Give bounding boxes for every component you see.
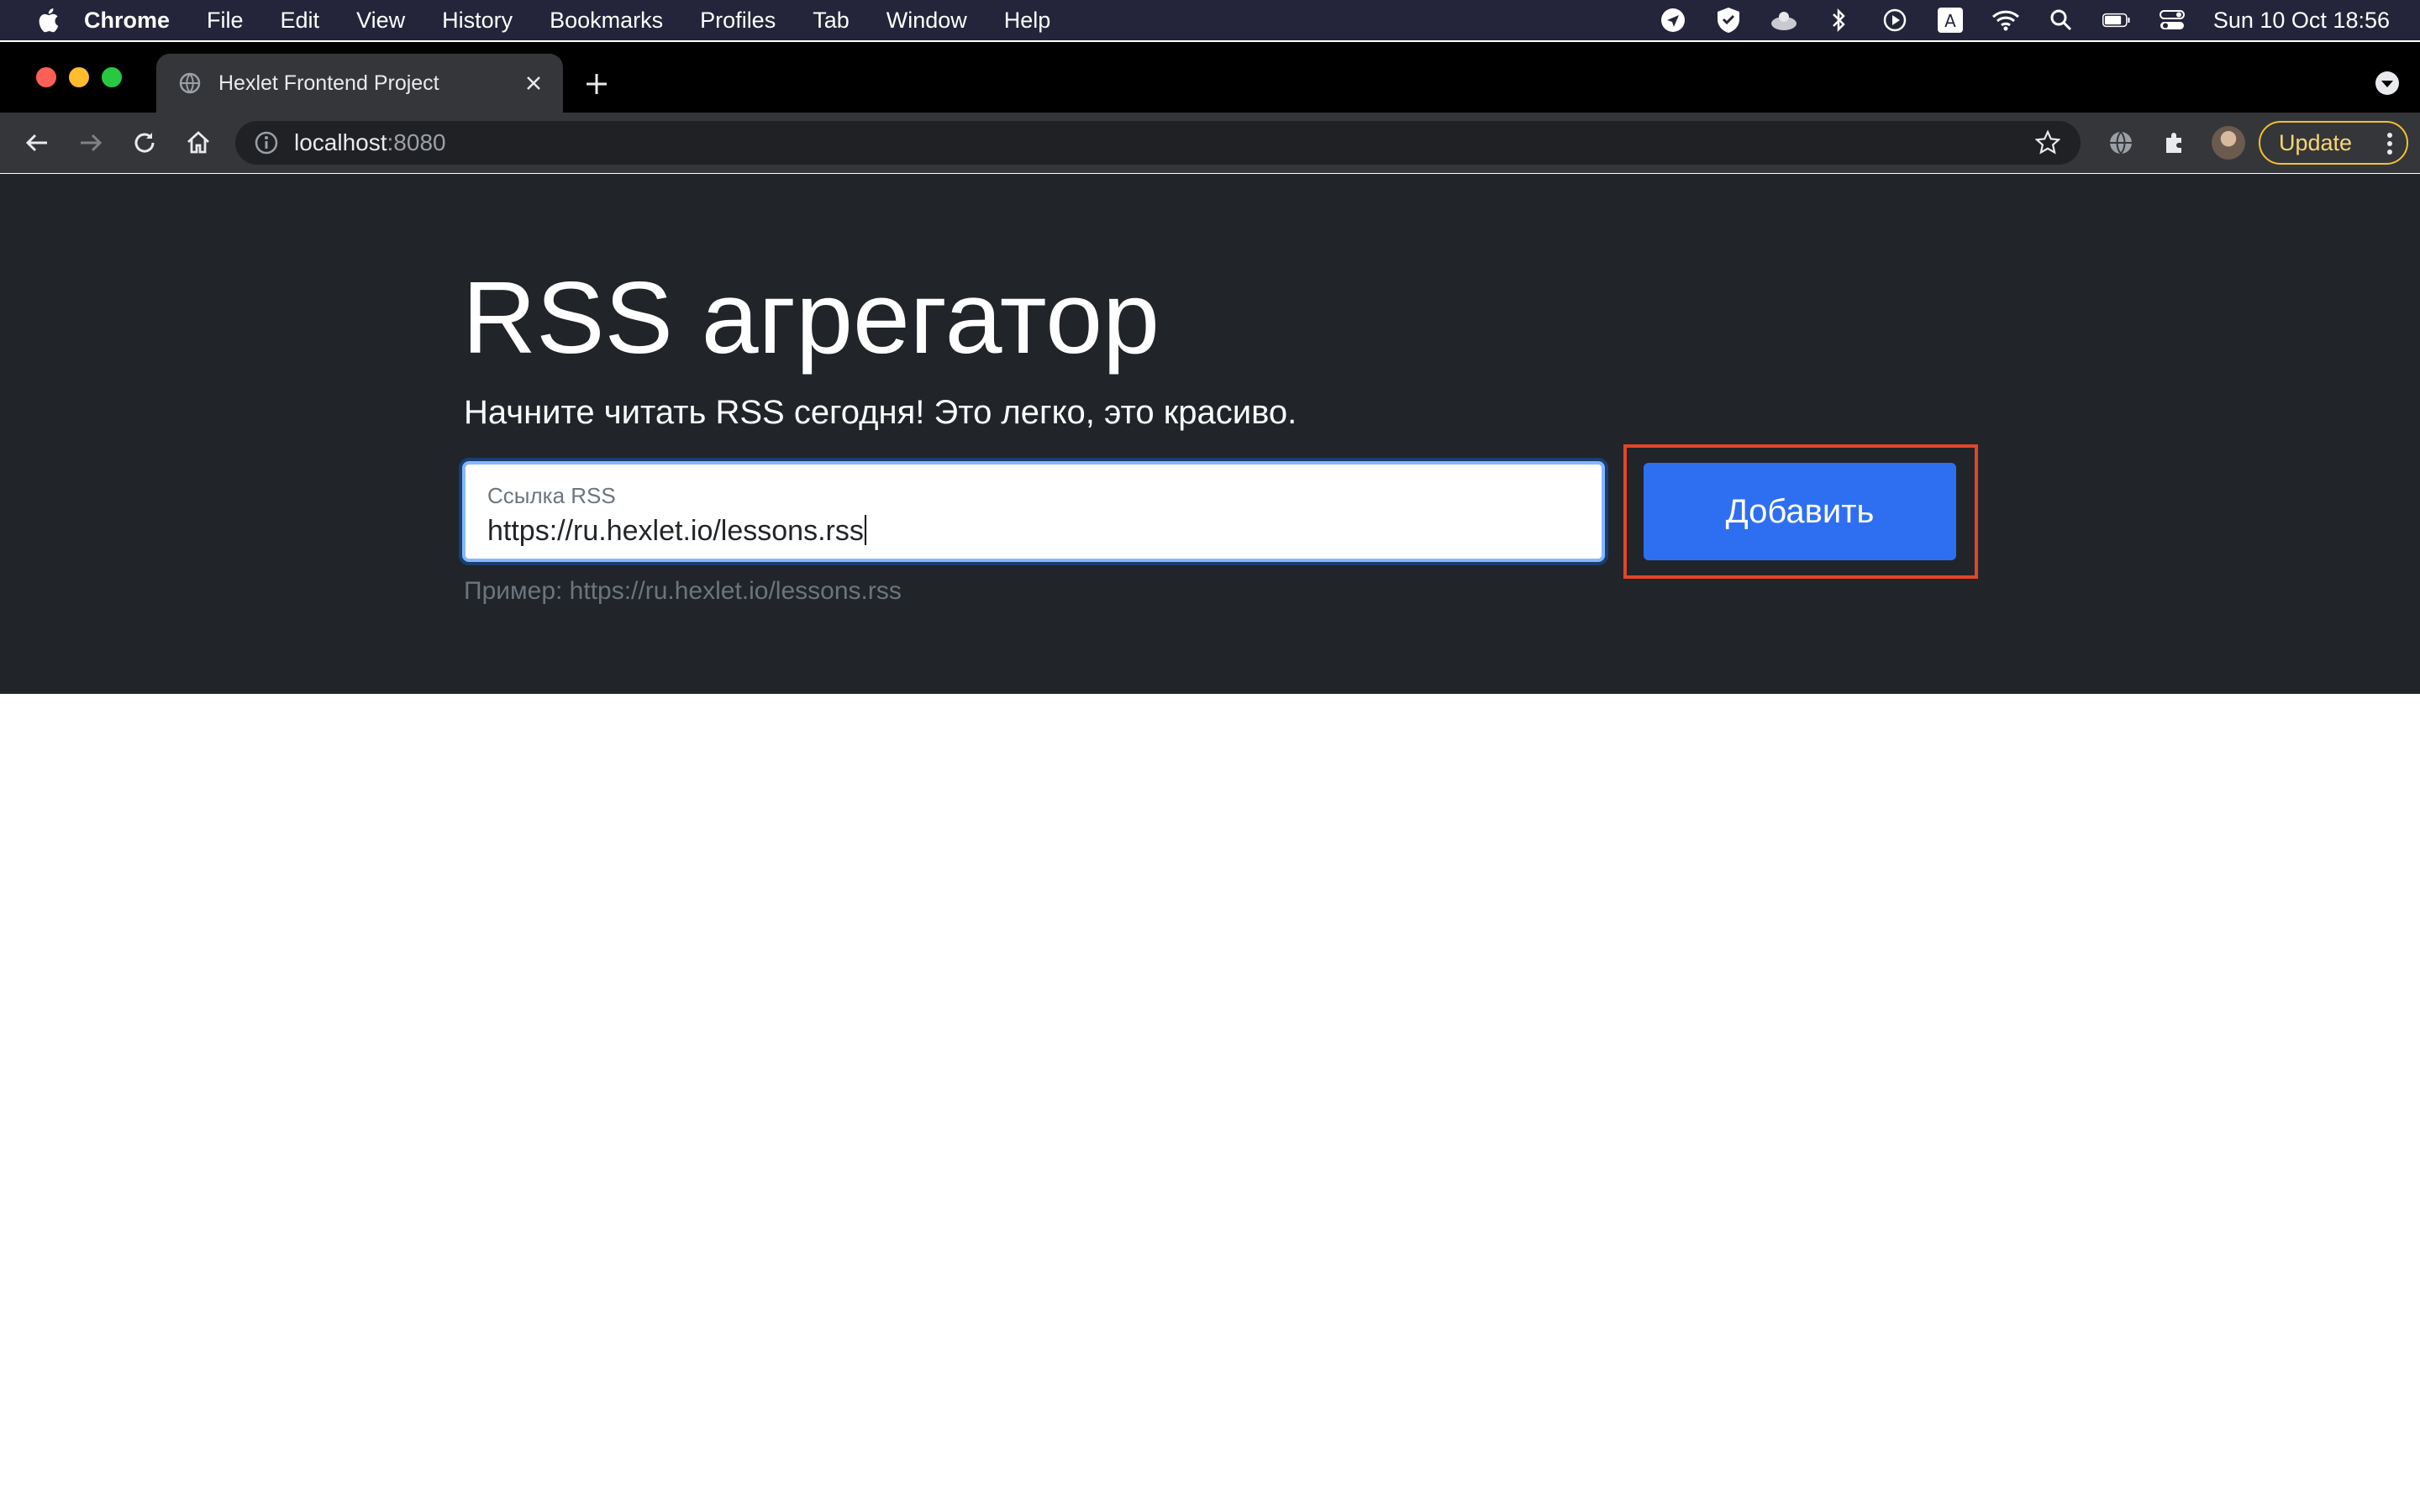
menu-help[interactable]: Help bbox=[1004, 8, 1051, 34]
status-area: A Sun 10 Oct 18:56 bbox=[1659, 0, 2420, 40]
browser-tab-active[interactable]: Hexlet Frontend Project bbox=[156, 54, 563, 113]
tab-close-icon[interactable] bbox=[521, 71, 546, 96]
browser-tab-strip: Hexlet Frontend Project bbox=[0, 42, 2420, 113]
menu-file[interactable]: File bbox=[207, 8, 244, 34]
control-center-icon[interactable] bbox=[2158, 6, 2186, 34]
browser-toolbar: localhost:8080 Update bbox=[0, 113, 2420, 173]
update-label: Update bbox=[2279, 129, 2353, 155]
page-lead: Начните читать RSS сегодня! Это легко, э… bbox=[464, 394, 1297, 431]
window-zoom-button[interactable] bbox=[102, 67, 122, 87]
add-feed-button[interactable]: Добавить bbox=[1644, 463, 1956, 560]
shield-icon[interactable] bbox=[1714, 6, 1743, 34]
page-viewport: RSS агрегатор Начните читать RSS сегодня… bbox=[0, 174, 2420, 1512]
hero-section: RSS агрегатор Начните читать RSS сегодня… bbox=[0, 174, 2420, 694]
text-caret bbox=[864, 515, 866, 545]
menu-profiles[interactable]: Profiles bbox=[700, 8, 776, 34]
spotlight-search-icon[interactable] bbox=[2047, 6, 2075, 34]
home-icon[interactable] bbox=[182, 126, 215, 160]
menu-window[interactable]: Window bbox=[886, 8, 967, 34]
menubar-clock[interactable]: Sun 10 Oct 18:56 bbox=[2213, 8, 2390, 34]
cloud-icon[interactable] bbox=[1770, 6, 1798, 34]
site-info-icon[interactable] bbox=[254, 130, 279, 155]
menu-app-chrome[interactable]: Chrome bbox=[84, 8, 170, 34]
back-arrow-icon[interactable] bbox=[20, 126, 54, 160]
battery-icon[interactable] bbox=[2102, 6, 2131, 34]
menu-history[interactable]: History bbox=[442, 8, 513, 34]
macos-menu-bar: Chrome File Edit View History Bookmarks … bbox=[0, 0, 2420, 40]
menu-bookmarks[interactable]: Bookmarks bbox=[550, 8, 663, 34]
rss-url-value: https://ru.hexlet.io/lessons.rss bbox=[487, 515, 864, 547]
rss-url-input[interactable]: Ссылка RSS https://ru.hexlet.io/lessons.… bbox=[462, 461, 1605, 562]
window-minimize-button[interactable] bbox=[69, 67, 89, 87]
menu-tab[interactable]: Tab bbox=[813, 8, 850, 34]
rss-url-label: Ссылка RSS bbox=[487, 483, 616, 508]
keyboard-input-icon[interactable]: A bbox=[1936, 6, 1965, 34]
menu-edit[interactable]: Edit bbox=[281, 8, 320, 34]
globe-extension-icon[interactable] bbox=[2104, 126, 2138, 160]
tab-search-chevron-icon[interactable] bbox=[2375, 71, 2400, 96]
tab-title: Hexlet Frontend Project bbox=[218, 71, 439, 95]
new-tab-plus-icon[interactable] bbox=[580, 67, 613, 101]
url-host: localhost bbox=[294, 129, 387, 155]
apple-logo-icon[interactable] bbox=[37, 8, 59, 33]
url-port: :8080 bbox=[387, 129, 446, 155]
bookmark-star-icon[interactable] bbox=[2034, 129, 2061, 155]
window-close-button[interactable] bbox=[36, 67, 56, 87]
svg-text:A: A bbox=[1944, 11, 1956, 31]
profile-avatar[interactable] bbox=[2212, 126, 2245, 160]
play-icon[interactable] bbox=[1881, 6, 1909, 34]
globe-favicon-icon bbox=[178, 71, 202, 95]
location-icon[interactable] bbox=[1659, 6, 1687, 34]
rss-url-value-wrap: https://ru.hexlet.io/lessons.rss bbox=[487, 515, 866, 548]
reload-icon[interactable] bbox=[128, 126, 161, 160]
wifi-icon[interactable] bbox=[1991, 6, 2020, 34]
update-chrome-button[interactable]: Update bbox=[2259, 121, 2408, 165]
example-hint: Пример: https://ru.hexlet.io/lessons.rss bbox=[464, 577, 902, 605]
menu-view[interactable]: View bbox=[356, 8, 405, 34]
page-title: RSS агрегатор bbox=[462, 260, 1160, 375]
forward-arrow-icon[interactable] bbox=[74, 126, 108, 160]
more-menu-icon[interactable] bbox=[2386, 132, 2393, 155]
bluetooth-icon[interactable] bbox=[1825, 6, 1854, 34]
extensions-puzzle-icon[interactable] bbox=[2158, 126, 2191, 160]
address-bar[interactable]: localhost:8080 bbox=[235, 121, 2081, 165]
